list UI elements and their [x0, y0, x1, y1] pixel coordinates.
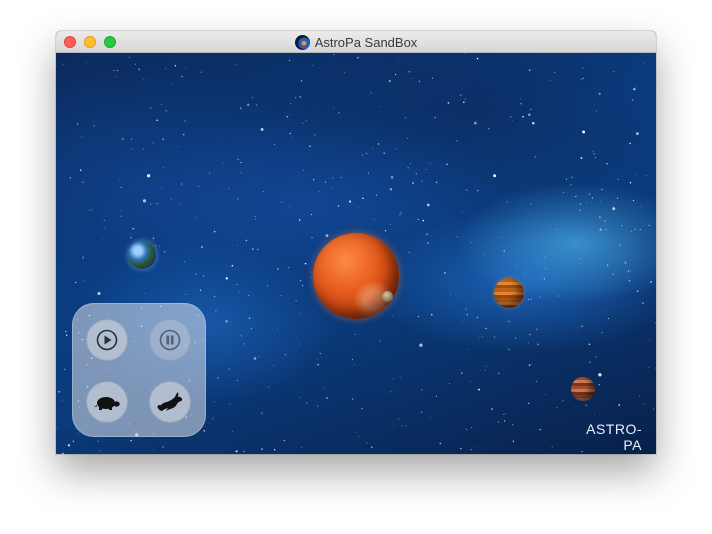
play-button[interactable]: [86, 319, 128, 361]
jupiter-planet[interactable]: [313, 233, 399, 319]
pause-button[interactable]: [149, 319, 191, 361]
turtle-icon: [94, 397, 120, 410]
faster-button[interactable]: [149, 381, 191, 423]
app-icon: [294, 34, 310, 50]
window-title: AstroPa SandBox: [56, 31, 656, 53]
moon[interactable]: [382, 291, 393, 302]
red-planet[interactable]: [571, 377, 595, 401]
space-canvas[interactable]: ASTRO-PA: [56, 53, 656, 454]
earth-planet[interactable]: [128, 241, 156, 269]
window-title-text: AstroPa SandBox: [314, 34, 418, 50]
play-icon: [96, 329, 118, 351]
astropa-watermark: ASTRO-PA: [586, 421, 642, 453]
playback-control-panel: [72, 303, 206, 437]
rabbit-icon: [157, 392, 183, 411]
slower-button[interactable]: [86, 381, 128, 423]
pause-icon: [159, 329, 181, 351]
title-bar[interactable]: AstroPa SandBox: [56, 31, 656, 53]
orange-planet[interactable]: [494, 278, 524, 308]
app-window: AstroPa SandBox ASTRO-PA: [56, 31, 656, 454]
